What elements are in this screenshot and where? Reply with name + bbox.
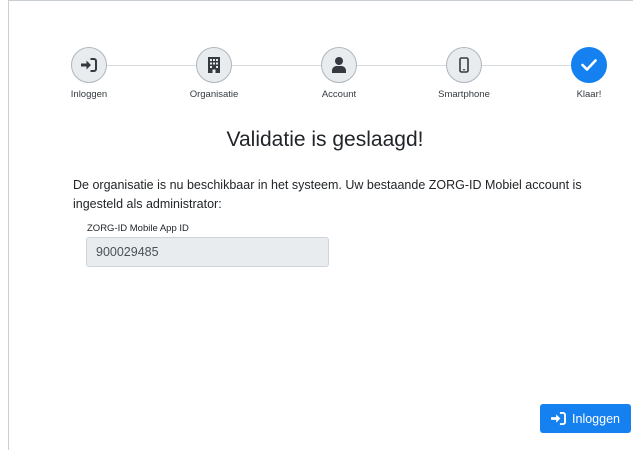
user-icon — [332, 57, 346, 73]
login-button-label: Inloggen — [572, 411, 620, 426]
app-id-field[interactable] — [86, 237, 329, 267]
progress-stepper: Inloggen Organisatie Account Smartphone … — [69, 47, 609, 107]
step-label: Organisatie — [189, 89, 239, 100]
step-label: Klaar! — [576, 89, 602, 100]
step-label: Inloggen — [70, 89, 108, 100]
wizard-panel: Inloggen Organisatie Account Smartphone … — [8, 0, 633, 450]
building-icon — [208, 57, 220, 73]
step-label: Account — [321, 89, 357, 100]
step-smartphone: Smartphone — [424, 47, 504, 100]
sign-in-icon — [551, 412, 566, 425]
step-circle — [321, 47, 357, 83]
step-circle — [446, 47, 482, 83]
page-title: Validatie is geslaagd! — [226, 128, 424, 151]
check-icon — [581, 59, 597, 71]
step-organisatie: Organisatie — [174, 47, 254, 100]
step-account: Account — [299, 47, 379, 100]
step-circle-active — [571, 47, 607, 83]
step-circle — [196, 47, 232, 83]
step-circle — [71, 47, 107, 83]
step-label: Smartphone — [438, 89, 490, 100]
login-button[interactable]: Inloggen — [540, 404, 631, 433]
mobile-icon — [459, 57, 469, 73]
app-id-label: ZORG-ID Mobile App ID — [87, 223, 189, 234]
success-message: De organisatie is nu beschikbaar in het … — [73, 178, 582, 211]
step-klaar: Klaar! — [549, 47, 629, 100]
step-inloggen: Inloggen — [49, 47, 129, 100]
sign-in-icon — [81, 58, 97, 72]
